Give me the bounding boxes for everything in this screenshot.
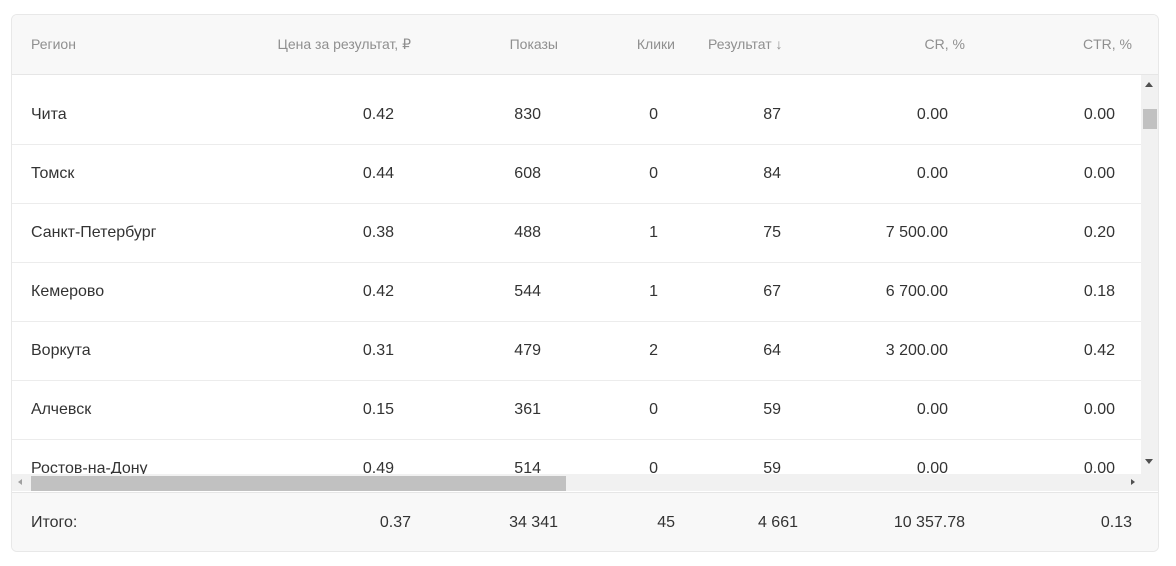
cell-cr: 0.00 (916, 106, 948, 123)
table-row: Санкт-Петербург 0.38 488 1 75 7 500.00 0… (12, 203, 1141, 263)
cell-cr: 3 200.00 (885, 342, 948, 359)
cell-clicks: 2 (649, 342, 658, 359)
cell-ctr: 0.00 (1083, 460, 1115, 474)
vertical-scrollbar[interactable] (1141, 75, 1158, 474)
cell-region: Алчевск (31, 401, 92, 418)
cell-ctr: 0.20 (1083, 224, 1115, 241)
cell-impressions: 361 (514, 401, 541, 418)
cell-ctr: 0.00 (1083, 106, 1115, 123)
horizontal-scroll-thumb[interactable] (31, 476, 566, 491)
cell-region: Санкт-Петербург (31, 224, 157, 241)
cell-region: Кемерово (31, 283, 105, 300)
cell-impressions: 514 (514, 460, 541, 474)
region-stats-table: Регион Цена за результат, ₽ Показы Клики… (11, 14, 1159, 552)
table-row: Томск 0.44 608 0 84 0.00 0.00 (12, 144, 1141, 204)
total-ctr: 0.13 (1100, 514, 1132, 531)
table-row: Кемерово 0.42 544 1 67 6 700.00 0.18 (12, 262, 1141, 322)
cell-result: 64 (763, 342, 781, 359)
cell-clicks: 0 (649, 106, 658, 123)
cell-cr: 0.00 (916, 165, 948, 182)
cell-result: 59 (763, 401, 781, 418)
cell-result: 67 (763, 283, 781, 300)
table-row: Чита 0.42 830 0 87 0.00 0.00 (12, 85, 1141, 145)
scroll-up-arrow-icon[interactable] (1145, 82, 1153, 87)
cell-region: Чита (31, 106, 67, 123)
total-impressions: 34 341 (509, 514, 558, 531)
cell-result: 75 (763, 224, 781, 241)
total-result: 4 661 (757, 514, 798, 531)
scroll-down-arrow-icon[interactable] (1145, 459, 1153, 464)
column-header-result-sorted[interactable]: Результат ↓ (708, 15, 783, 74)
cell-cr: 0.00 (916, 460, 948, 474)
scrollbar-corner (1141, 474, 1158, 491)
total-clicks: 45 (657, 514, 675, 531)
cell-cr: 0.00 (916, 401, 948, 418)
cell-region: Томск (31, 165, 75, 182)
column-header-clicks[interactable]: Клики (637, 15, 675, 74)
cell-price: 0.42 (362, 106, 394, 123)
cell-clicks: 0 (649, 401, 658, 418)
cell-clicks: 0 (649, 460, 658, 474)
cell-result: 59 (763, 460, 781, 474)
table-row: Ростов-на-Дону 0.49 514 0 59 0.00 0.00 (12, 439, 1141, 474)
cell-price: 0.38 (362, 224, 394, 241)
cell-ctr: 0.42 (1083, 342, 1115, 359)
column-header-ctr[interactable]: CTR, % (1083, 15, 1132, 74)
vertical-scroll-thumb[interactable] (1143, 109, 1157, 129)
cell-impressions: 830 (514, 106, 541, 123)
cell-clicks: 1 (649, 283, 658, 300)
total-label: Итого: (31, 514, 78, 531)
cell-cr: 7 500.00 (885, 224, 948, 241)
column-header-impressions[interactable]: Показы (510, 15, 558, 74)
table-row: Воркута 0.31 479 2 64 3 200.00 0.42 (12, 321, 1141, 381)
table-header: Регион Цена за результат, ₽ Показы Клики… (12, 15, 1158, 75)
cell-ctr: 0.00 (1083, 165, 1115, 182)
cell-ctr: 0.18 (1083, 283, 1115, 300)
total-price: 0.37 (379, 514, 411, 531)
cell-price: 0.49 (362, 460, 394, 474)
cell-price: 0.42 (362, 283, 394, 300)
cell-region: Ростов-на-Дону (31, 460, 148, 474)
cell-price: 0.31 (362, 342, 394, 359)
total-cr: 10 357.78 (893, 514, 965, 531)
cell-price: 0.15 (362, 401, 394, 418)
column-header-cr[interactable]: CR, % (925, 15, 965, 74)
scroll-left-arrow-icon[interactable] (18, 479, 22, 485)
column-header-price[interactable]: Цена за результат, ₽ (277, 15, 411, 74)
cell-clicks: 1 (649, 224, 658, 241)
table-row: Алчевск 0.15 361 0 59 0.00 0.00 (12, 380, 1141, 440)
table-footer-totals: Итого: 0.37 34 341 45 4 661 10 357.78 0.… (12, 492, 1158, 551)
table-body: Чита 0.42 830 0 87 0.00 0.00 Томск 0.44 … (12, 75, 1141, 474)
scroll-right-arrow-icon[interactable] (1131, 479, 1135, 485)
cell-cr: 6 700.00 (885, 283, 948, 300)
cell-ctr: 0.00 (1083, 401, 1115, 418)
cell-region: Воркута (31, 342, 91, 359)
cell-result: 87 (763, 106, 781, 123)
cell-impressions: 544 (514, 283, 541, 300)
cell-price: 0.44 (362, 165, 394, 182)
column-header-region[interactable]: Регион (31, 15, 76, 74)
horizontal-scrollbar[interactable] (12, 474, 1141, 491)
cell-impressions: 608 (514, 165, 541, 182)
cell-result: 84 (763, 165, 781, 182)
cell-impressions: 479 (514, 342, 541, 359)
cell-impressions: 488 (514, 224, 541, 241)
cell-clicks: 0 (649, 165, 658, 182)
